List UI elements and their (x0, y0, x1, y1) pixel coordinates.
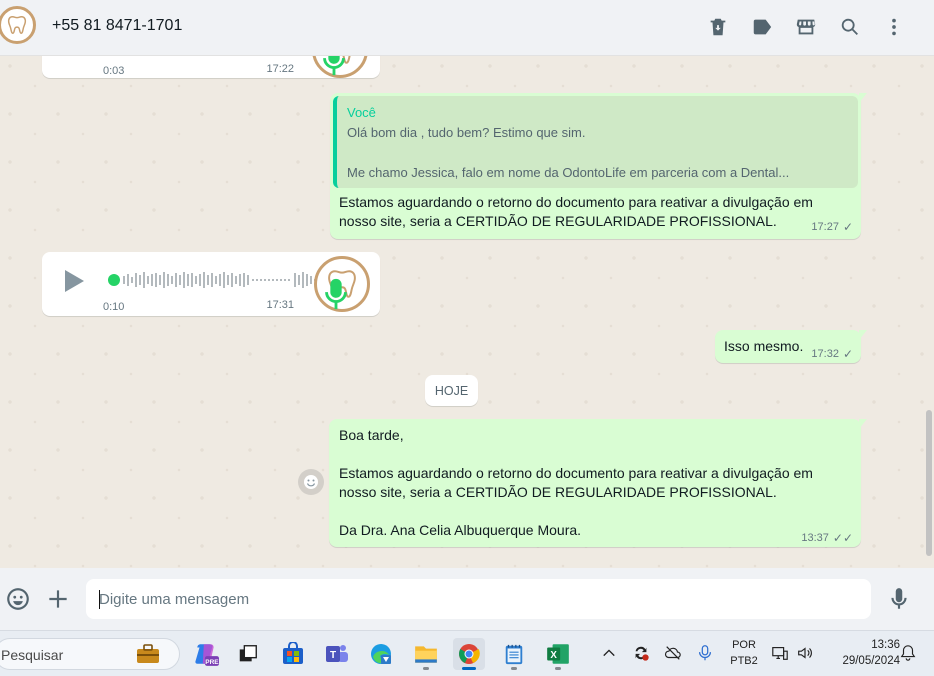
voice-message[interactable]: 0:10 17:31 (42, 252, 380, 316)
text-caret (99, 590, 100, 609)
text-line: Estamos aguardando o retorno do document… (339, 194, 813, 210)
chrome-icon[interactable] (453, 638, 485, 670)
play-icon[interactable] (62, 268, 86, 294)
menu-icon[interactable] (872, 14, 916, 40)
text-line: nosso site, seria a CERTIDÃO DE REGULARI… (339, 484, 777, 500)
message-text: Boa tarde, Estamos aguardando o retorno … (339, 426, 839, 540)
message-input[interactable] (86, 579, 871, 619)
running-indicator (555, 667, 561, 670)
time-label: 17:32 (811, 348, 839, 360)
mic-icon (891, 588, 907, 609)
search-icon[interactable] (828, 14, 872, 40)
quote-author: Você (347, 105, 376, 120)
edge-icon[interactable] (365, 638, 397, 670)
windows-taskbar: Pesquisar PRE T X POR PTB2 13:36 29/05/2… (0, 630, 934, 676)
taskbar-search[interactable]: Pesquisar (0, 638, 180, 670)
message-composer (0, 568, 934, 630)
taskbar-clock[interactable]: 13:36 29/05/2024 (824, 637, 900, 669)
message-time: 17:32 ✓ (811, 345, 853, 364)
svg-text:T: T (330, 650, 336, 661)
single-check-icon: ✓ (842, 347, 853, 361)
store-icon[interactable] (784, 14, 828, 40)
copilot-icon[interactable]: PRE (190, 638, 222, 670)
text-line: Da Dra. Ana Celia Albuquerque Moura. (339, 522, 582, 538)
clock-date: 29/05/2024 (842, 655, 900, 667)
svg-text:PRE: PRE (205, 659, 219, 666)
time-label: 17:22 (266, 63, 294, 75)
microphone-icon[interactable] (694, 642, 716, 664)
running-indicator (423, 667, 429, 670)
time-label: 17:27 (811, 221, 839, 233)
voice-duration: 0:03 (103, 65, 125, 77)
emoji-button[interactable] (4, 585, 32, 613)
message-time: 17:31 (266, 296, 294, 315)
quote-text-line: Olá bom dia , tudo bem? Estimo que sim. (347, 125, 586, 140)
quote-text-line: Me chamo Jessica, falo em nome da Odonto… (347, 165, 790, 180)
svg-text:X: X (550, 650, 557, 661)
react-emoji-button[interactable] (298, 469, 324, 495)
message-time: 13:37 ✓✓ (801, 529, 853, 548)
microsoft-store-icon[interactable] (277, 638, 309, 670)
text-line: Boa tarde, (339, 427, 404, 443)
time-label: 13:37 (801, 532, 829, 544)
trash-icon[interactable] (696, 14, 740, 40)
text-line: Estamos aguardando o retorno do document… (339, 465, 813, 481)
mic-icon (325, 278, 347, 310)
smiley-icon (304, 475, 318, 489)
voice-record-button[interactable] (885, 585, 913, 613)
emoji-icon (7, 588, 29, 610)
tooth-logo-icon (7, 16, 27, 34)
teams-icon[interactable]: T (321, 638, 353, 670)
text-message[interactable]: Boa tarde, Estamos aguardando o retorno … (329, 419, 861, 547)
label-icon[interactable] (740, 14, 784, 40)
message-time: 17:22 (266, 60, 294, 79)
plus-icon (49, 590, 67, 608)
contact-name[interactable]: +55 81 8471-1701 (52, 17, 182, 35)
taskbar-search-label: Pesquisar (1, 647, 64, 663)
attach-button[interactable] (44, 585, 72, 613)
sync-icon[interactable] (630, 642, 652, 664)
single-check-icon: ✓ (842, 220, 853, 234)
clock-time: 13:36 (871, 639, 900, 651)
message-list[interactable]: 0:03 17:22 Você Olá bom dia , tudo bem? … (0, 56, 934, 568)
message-time: 17:27 ✓ (811, 218, 853, 237)
bubble-tail (859, 419, 867, 429)
mic-icon (323, 56, 345, 76)
time-label: 17:31 (266, 299, 294, 311)
task-view-icon[interactable] (232, 638, 264, 670)
notification-bell-icon[interactable] (897, 642, 919, 664)
double-check-icon: ✓✓ (832, 531, 853, 545)
reply-message[interactable]: Você Olá bom dia , tudo bem? Estimo que … (330, 93, 861, 239)
bubble-tail (859, 330, 867, 340)
quoted-message[interactable]: Você Olá bom dia , tudo bem? Estimo que … (333, 96, 858, 188)
excel-icon[interactable]: X (542, 638, 574, 670)
scrollbar[interactable] (926, 410, 932, 556)
volume-icon[interactable] (794, 642, 816, 664)
cloud-off-icon[interactable] (662, 642, 684, 664)
audio-waveform[interactable] (108, 270, 330, 290)
text-message[interactable]: Isso mesmo. 17:32 ✓ (715, 330, 861, 363)
keyboard-layout: PTB2 (730, 655, 758, 667)
language-code: POR (732, 639, 756, 651)
briefcase-icon (137, 644, 159, 663)
message-text: Isso mesmo. (724, 338, 804, 354)
date-divider: HOJE (425, 375, 478, 406)
network-icon[interactable] (769, 642, 791, 664)
voice-sender-avatar (312, 56, 368, 78)
contact-avatar[interactable] (0, 6, 36, 44)
voice-sender-avatar (314, 256, 370, 312)
file-explorer-icon[interactable] (410, 638, 442, 670)
voice-message[interactable]: 0:03 17:22 (42, 56, 380, 78)
voice-duration: 0:10 (103, 301, 125, 313)
active-indicator (462, 667, 476, 670)
bubble-tail (859, 93, 867, 103)
running-indicator (511, 667, 517, 670)
message-text: Estamos aguardando o retorno do document… (339, 193, 839, 231)
text-line: nosso site, seria a CERTIDÃO DE REGULARI… (339, 213, 777, 229)
chevron-up-icon[interactable] (598, 642, 620, 664)
notepad-icon[interactable] (498, 638, 530, 670)
keyboard-language[interactable]: POR PTB2 (724, 637, 764, 669)
chat-header: +55 81 8471-1701 (0, 0, 934, 56)
